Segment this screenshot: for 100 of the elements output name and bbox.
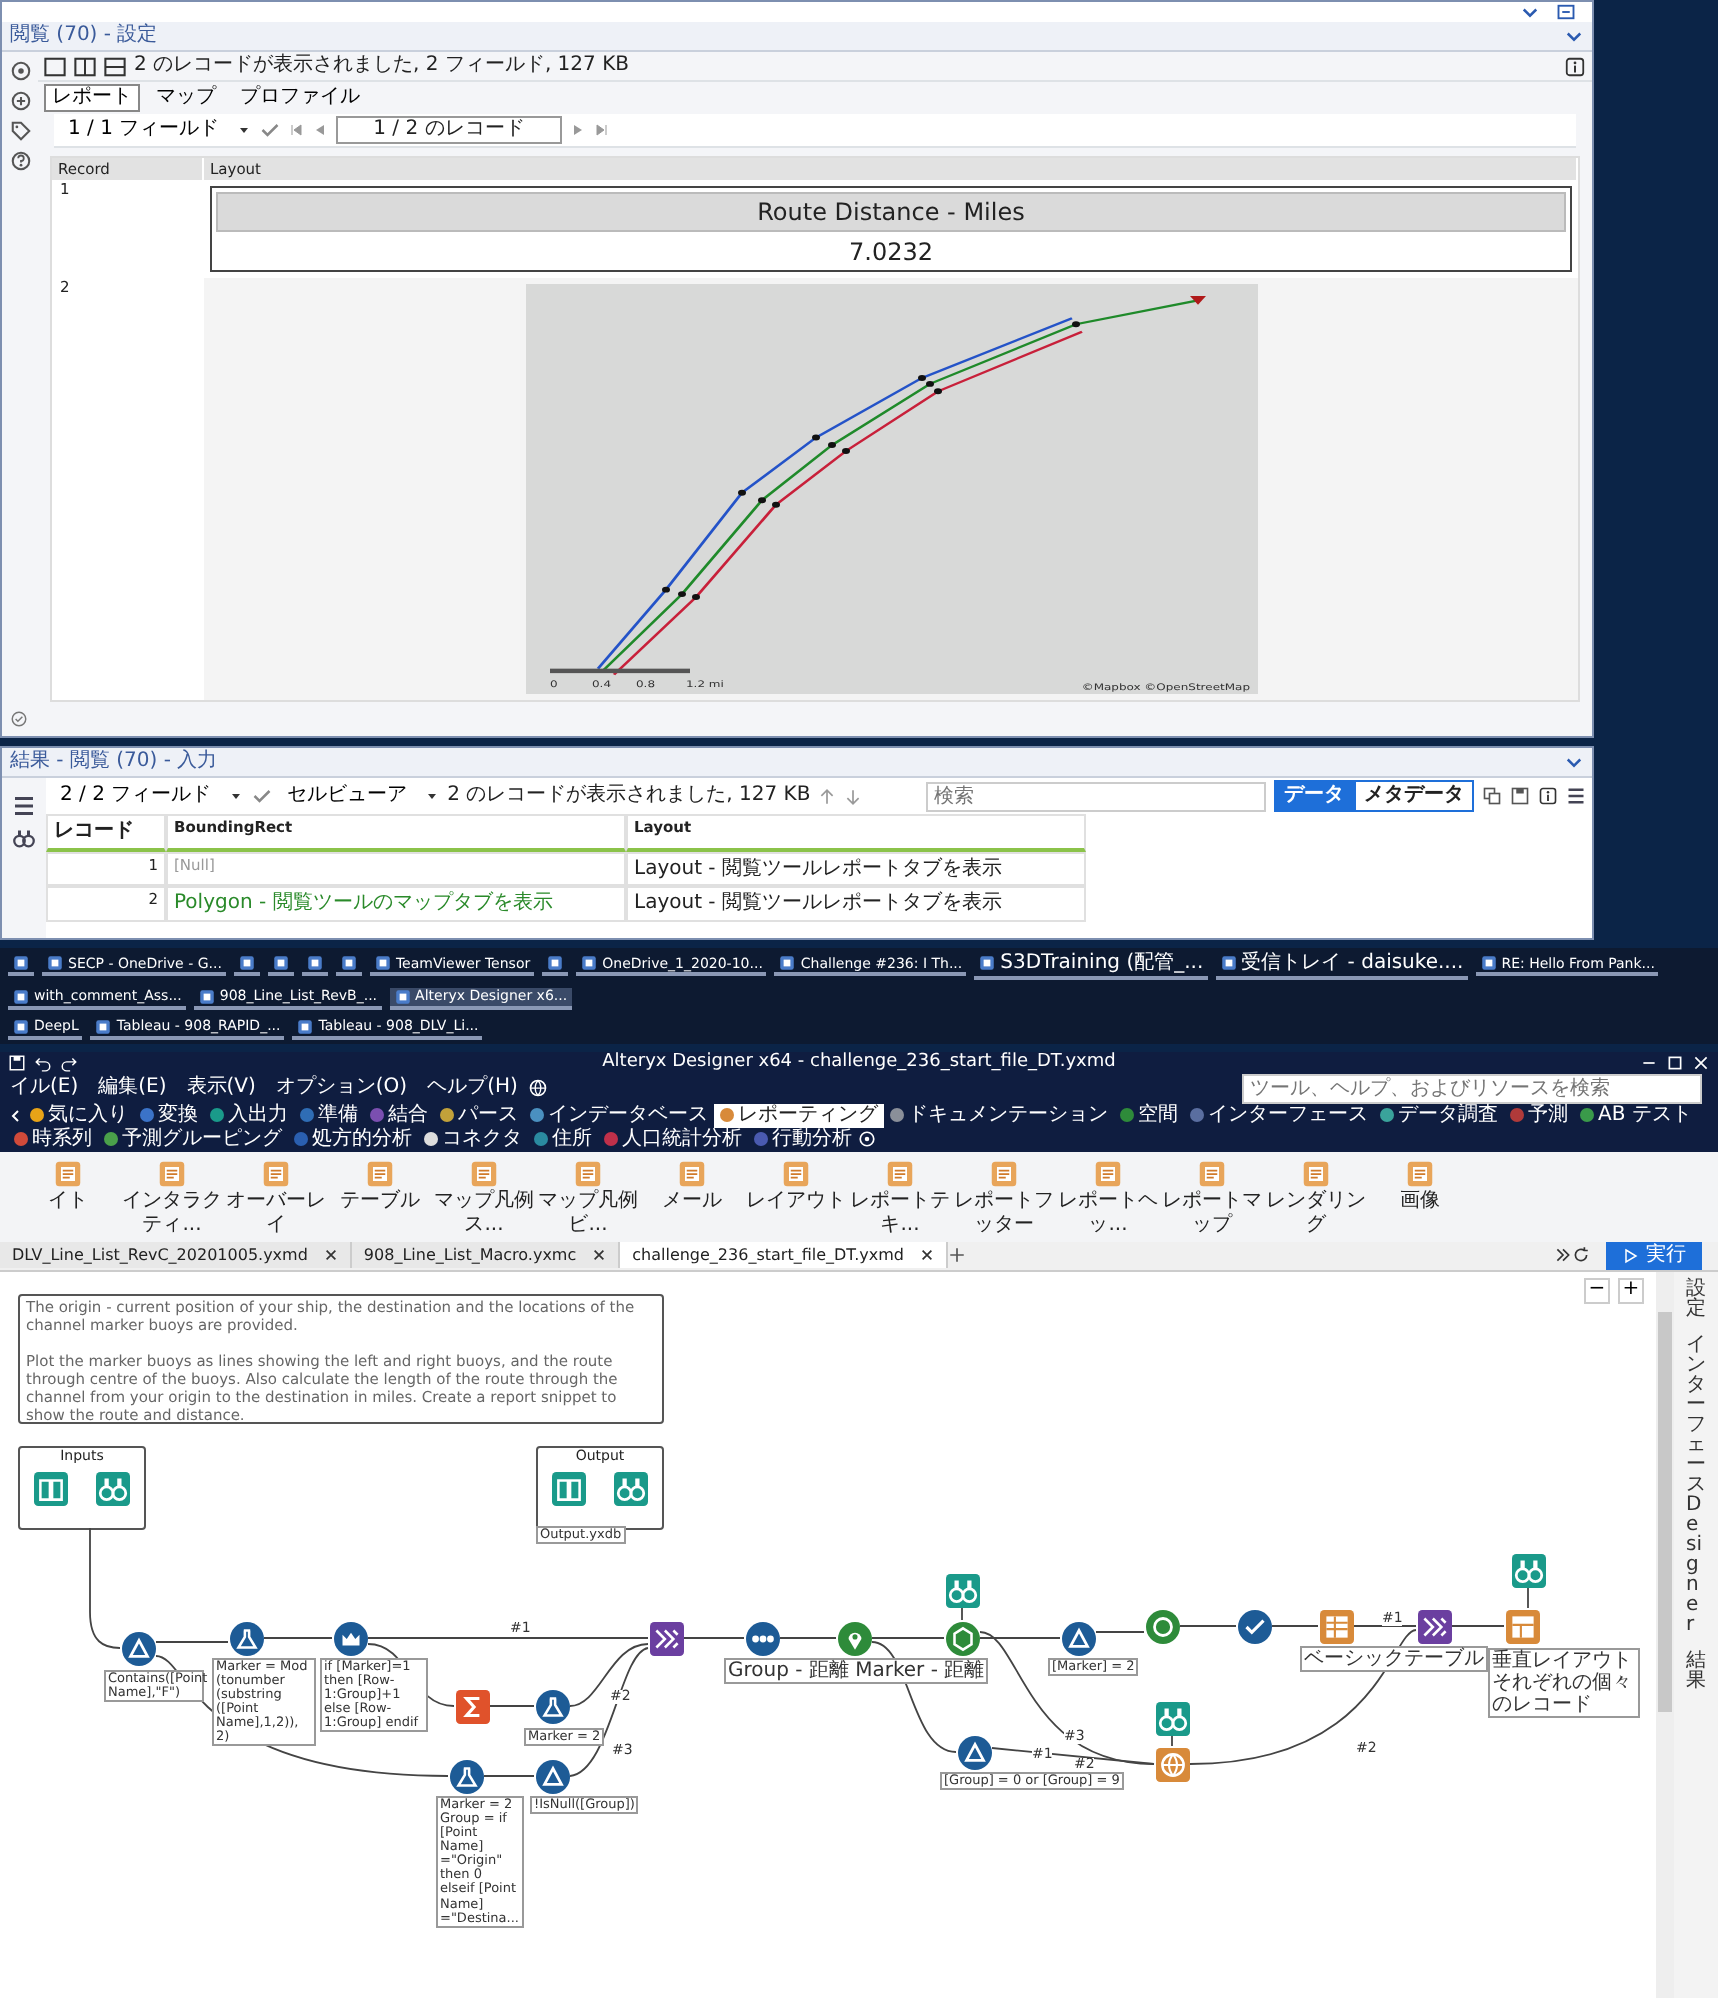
- menu-item[interactable]: オプション(O): [265, 1076, 418, 1101]
- category-tab[interactable]: AB テスト: [1574, 1103, 1698, 1128]
- side-panel-tab[interactable]: 設定: [1686, 1279, 1706, 1320]
- category-tab[interactable]: 処方的分析: [288, 1127, 418, 1152]
- close-icon[interactable]: [920, 1248, 934, 1263]
- globe-tool-icon[interactable]: [1156, 1747, 1190, 1782]
- side-panel-tab[interactable]: 結果: [1686, 1651, 1706, 1692]
- field-selector[interactable]: 2 / 2 フィールド: [52, 782, 220, 811]
- down-arrow-icon[interactable]: [844, 787, 863, 806]
- add-circle-icon[interactable]: [9, 90, 31, 112]
- taskbar-button[interactable]: [8, 954, 34, 977]
- tool-palette-item[interactable]: レイアウト: [744, 1159, 848, 1214]
- record-navigator-field[interactable]: 1 / 2 のレコード: [335, 116, 563, 144]
- taskbar-button[interactable]: 受信トレイ - daisuke....: [1215, 951, 1468, 980]
- spatial-match-icon[interactable]: [946, 1621, 980, 1656]
- book-tool-icon[interactable]: [34, 1471, 68, 1506]
- single-pane-layout-icon[interactable]: [44, 55, 66, 77]
- last-record-icon[interactable]: [594, 122, 611, 138]
- summarize-tool-icon[interactable]: [456, 1689, 490, 1724]
- list-menu-icon[interactable]: [1566, 786, 1586, 807]
- dropdown-caret-icon[interactable]: [235, 122, 252, 138]
- category-tab[interactable]: 住所: [528, 1127, 598, 1152]
- document-tab[interactable]: challenge_236_start_file_DT.yxmd: [620, 1241, 948, 1269]
- viewer-selector[interactable]: セルビューア: [279, 782, 416, 811]
- scroll-left-icon[interactable]: [8, 1107, 24, 1124]
- category-tab[interactable]: コネクタ: [418, 1127, 528, 1152]
- tag-icon[interactable]: [9, 120, 31, 142]
- dock-window-icon[interactable]: [1556, 2, 1576, 22]
- category-tab[interactable]: 入出力: [204, 1103, 294, 1128]
- layout-tool-icon[interactable]: [1506, 1609, 1540, 1644]
- binoculars-icon[interactable]: [12, 826, 36, 851]
- run-button[interactable]: 実行: [1606, 1241, 1702, 1270]
- menu-item[interactable]: ヘルプ(H): [417, 1076, 528, 1101]
- new-tab-icon[interactable]: [948, 1246, 966, 1265]
- menu-item[interactable]: 編集(E): [88, 1076, 177, 1101]
- category-tab[interactable]: データ調査: [1374, 1103, 1504, 1128]
- tool-palette-item[interactable]: マップ凡例ビ...: [536, 1159, 640, 1238]
- field-selector[interactable]: 1 / 1 フィールド: [60, 116, 228, 144]
- info-menu-icon[interactable]: [1564, 55, 1586, 77]
- taskbar-button[interactable]: [301, 954, 328, 977]
- formula-tool-icon[interactable]: [230, 1621, 264, 1656]
- tool-palette-item[interactable]: オーバーレイ: [224, 1159, 328, 1238]
- maximize-icon[interactable]: [1666, 1053, 1684, 1072]
- filter-tool-icon[interactable]: [536, 1759, 570, 1794]
- test-tool-icon[interactable]: [1146, 1609, 1180, 1644]
- copy-icon[interactable]: [1482, 786, 1502, 807]
- apply-check-icon[interactable]: [251, 786, 272, 807]
- document-tab[interactable]: 908_Line_List_Macro.yxmc: [351, 1241, 621, 1269]
- up-arrow-icon[interactable]: [818, 787, 837, 806]
- menu-item[interactable]: 表示(V): [176, 1076, 266, 1101]
- scrollbar-thumb[interactable]: [1658, 1311, 1672, 1712]
- poly-build-icon[interactable]: [746, 1621, 780, 1656]
- category-tab[interactable]: 予測: [1504, 1103, 1574, 1128]
- expand-icon[interactable]: [1554, 1246, 1572, 1265]
- list-view-icon[interactable]: [12, 794, 36, 819]
- tool-palette-item[interactable]: レポートマップ: [1160, 1159, 1264, 1238]
- tool-palette-item[interactable]: メール: [640, 1159, 744, 1214]
- zoom-button[interactable]: −: [1584, 1277, 1610, 1304]
- tool-palette-item[interactable]: レポートテキ...: [848, 1159, 952, 1238]
- view-tab[interactable]: マップ: [148, 84, 224, 112]
- tool-palette-item[interactable]: イト: [16, 1159, 120, 1214]
- apply-check-icon[interactable]: [259, 120, 280, 140]
- multi-row-formula-icon[interactable]: [334, 1621, 368, 1656]
- category-tab[interactable]: インターフェース: [1184, 1103, 1374, 1128]
- book-tool-icon[interactable]: [552, 1471, 586, 1506]
- tool-palette-item[interactable]: レポートフッター: [952, 1159, 1056, 1238]
- close-icon[interactable]: [592, 1248, 607, 1263]
- tool-palette-item[interactable]: レポートヘッ...: [1056, 1159, 1160, 1238]
- refresh-icon[interactable]: [1572, 1246, 1590, 1265]
- save-icon[interactable]: [1510, 786, 1530, 807]
- formula-tool-icon[interactable]: [450, 1759, 484, 1794]
- category-tab[interactable]: レポーティング: [714, 1103, 884, 1128]
- next-record-icon[interactable]: [570, 122, 587, 138]
- previous-record-icon[interactable]: [311, 122, 328, 138]
- taskbar-button[interactable]: [542, 954, 569, 977]
- category-tab[interactable]: 準備: [294, 1103, 364, 1128]
- close-icon[interactable]: [323, 1248, 338, 1263]
- category-tab[interactable]: パース: [434, 1103, 524, 1128]
- zoom-button[interactable]: +: [1618, 1277, 1644, 1304]
- side-panel-tab[interactable]: インターフェース Designer: [1686, 1335, 1706, 1636]
- category-tab[interactable]: 空間: [1114, 1103, 1184, 1128]
- tool-palette-item[interactable]: テーブル: [328, 1159, 432, 1214]
- category-tab[interactable]: 変換: [134, 1103, 204, 1128]
- view-toggle-button[interactable]: メタデータ: [1354, 780, 1474, 813]
- view-tab[interactable]: プロファイル: [232, 84, 368, 112]
- help-icon[interactable]: [9, 150, 31, 172]
- formula-tool-icon[interactable]: [536, 1689, 570, 1724]
- undo-icon[interactable]: [34, 1053, 52, 1072]
- binoculars-tool-icon[interactable]: [1512, 1553, 1546, 1588]
- view-toggle-button[interactable]: データ: [1274, 780, 1354, 813]
- category-tab[interactable]: 予測グルーピング: [98, 1127, 288, 1152]
- search-field[interactable]: 検索: [926, 781, 1266, 812]
- map-pin-tool-icon[interactable]: [838, 1621, 872, 1656]
- binoculars-tool-icon[interactable]: [614, 1471, 648, 1506]
- document-tab[interactable]: DLV_Line_List_RevC_20201005.yxmd: [0, 1241, 352, 1269]
- redo-icon[interactable]: [60, 1053, 78, 1072]
- filter-tool-icon[interactable]: [122, 1631, 156, 1666]
- globe-icon[interactable]: [527, 1078, 548, 1099]
- tool-palette-item[interactable]: レンダリング: [1264, 1159, 1368, 1238]
- search-field[interactable]: ツール、ヘルプ、およびリソースを検索: [1242, 1073, 1702, 1104]
